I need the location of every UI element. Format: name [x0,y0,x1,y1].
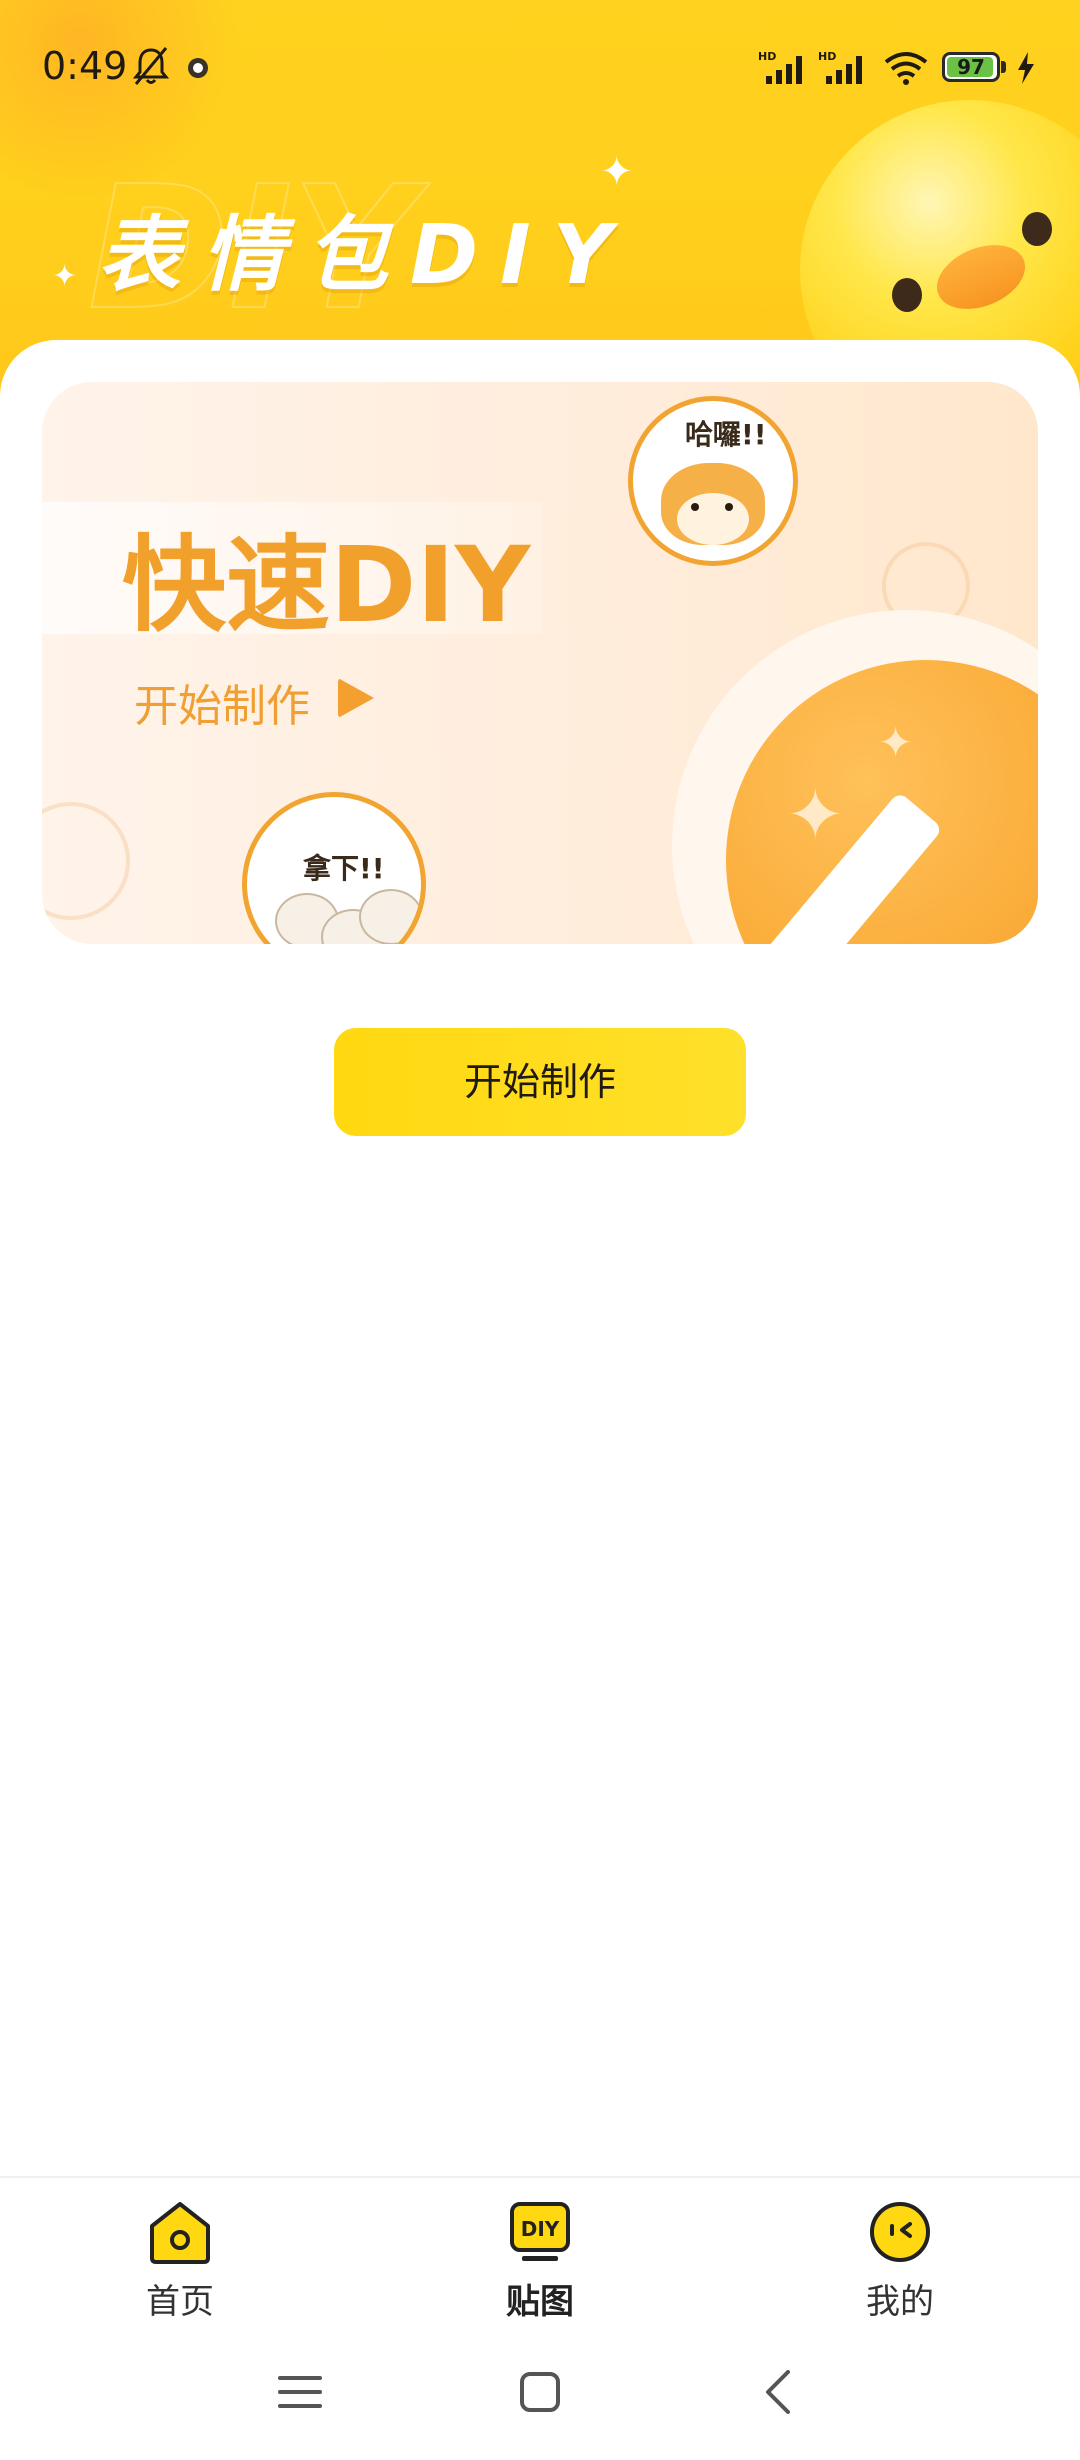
mascot-eye [892,278,922,312]
notification-app-icon [188,58,208,78]
battery-tip [1001,61,1006,73]
charging-bolt-icon [1018,52,1034,84]
banner-subtitle: 开始制作 [134,681,310,732]
battery-level: 97 [957,55,985,79]
bun-character [359,889,421,944]
tab-stickers-label: 贴图 [506,2282,574,2322]
sticker-caption: 拿下!! [303,852,385,885]
decorative-clock [42,802,130,920]
diy-icon-text: DIY [521,2217,560,2241]
system-navigation-bar [0,2326,1080,2460]
quick-diy-banner[interactable]: 快速DIY 开始制作 哈囉!! 拿下!! ✦ ✦ [42,382,1038,944]
play-icon [338,678,374,718]
banner-title: 快速DIY [122,524,531,646]
svg-text:HD: HD [818,50,836,63]
dog-eye [691,503,699,511]
back-icon[interactable] [750,2362,810,2422]
bottom-tab-bar: 首页 DIY 贴图 我的 [0,2176,1080,2328]
home-icon [150,2202,210,2264]
tab-stickers[interactable]: DIY 贴图 [440,2200,640,2322]
battery-icon: 97 [942,52,1000,82]
crowd-sticker-illustration: 拿下!! [242,792,426,944]
menu-icon[interactable] [270,2362,330,2422]
dog-eye [725,503,733,511]
wifi-icon [884,52,928,85]
tab-profile[interactable]: 我的 [800,2200,1000,2322]
profile-face-icon [870,2202,930,2262]
dog-sticker-illustration: 哈囉!! [628,396,798,566]
home-square-icon[interactable] [510,2362,570,2422]
sparkle-icon: ✦ [878,718,914,767]
tab-profile-label: 我的 [866,2282,934,2322]
hd-signal-icon: HD [818,50,862,84]
sparkle-icon: ✦ [52,259,78,294]
svg-text:HD: HD [758,50,776,63]
start-creating-button[interactable]: 开始制作 [334,1028,746,1136]
sparkle-icon: ✦ [600,149,634,195]
status-bar: 0:49 HD HD 97 [0,0,1080,130]
sparkle-icon: ✦ [786,774,845,856]
mascot-eye [1022,212,1052,246]
tab-home[interactable]: 首页 [80,2200,280,2322]
sticker-caption: 哈囉!! [685,418,767,451]
header-title: 表情包DIY [98,208,634,303]
diy-icon: DIY [510,2202,570,2261]
hd-signal-icon: HD [758,50,802,84]
mascot-beak [927,232,1035,322]
status-time: 0:49 [42,44,128,88]
mute-bell-icon [132,47,170,85]
dog-face [677,493,749,545]
tab-home-label: 首页 [146,2282,214,2322]
